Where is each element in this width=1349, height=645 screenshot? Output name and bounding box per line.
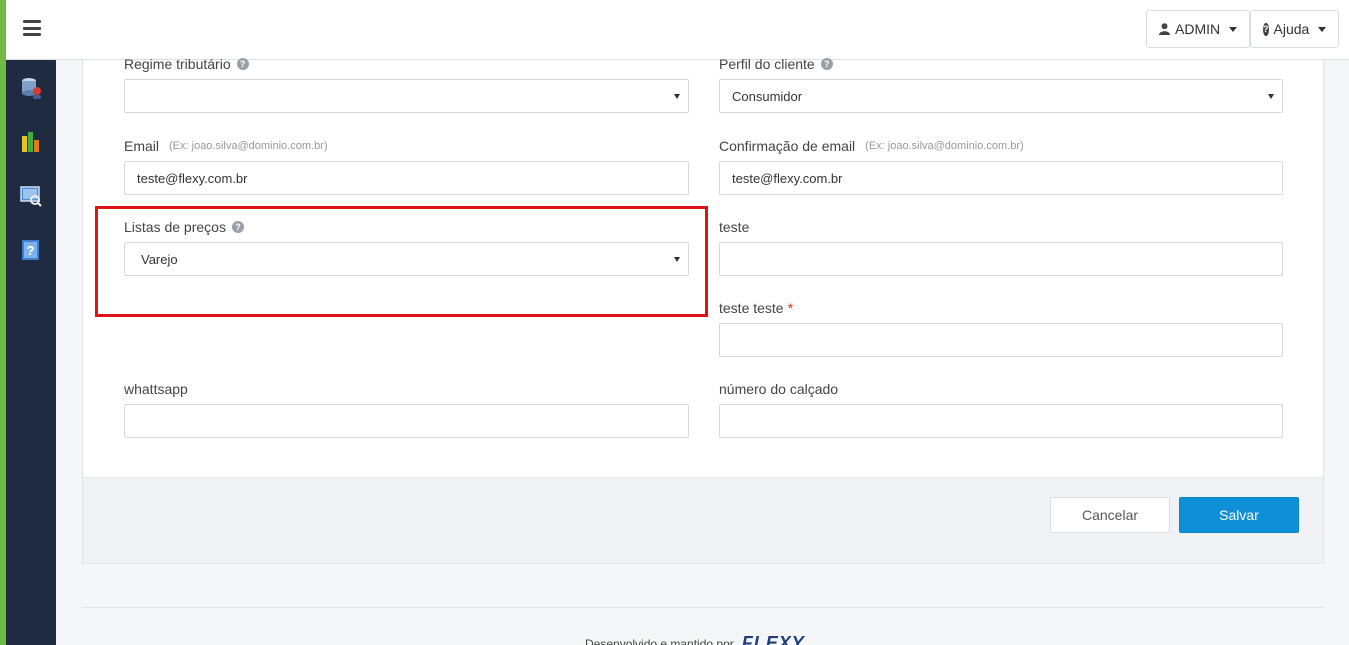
highlight-box: [95, 206, 708, 317]
whattsapp-field[interactable]: [124, 404, 689, 438]
help-book-icon[interactable]: ?: [19, 238, 43, 262]
database-user-icon[interactable]: [19, 76, 43, 100]
email-confirm-value: teste@flexy.com.br: [732, 170, 843, 186]
question-circle-icon: ?: [1263, 22, 1269, 36]
help-menu-label: Ajuda: [1273, 21, 1310, 37]
perfil-cliente-value: Consumidor: [732, 88, 803, 104]
help-icon[interactable]: ?: [236, 58, 249, 70]
select-caret-icon: [674, 94, 680, 99]
page-footer: Desenvolvido e mantido por FLEXY: [585, 633, 805, 645]
select-caret-icon: [1268, 94, 1274, 99]
footer-text: Desenvolvido e mantido por: [585, 636, 734, 645]
perfil-cliente-select[interactable]: Consumidor: [719, 79, 1283, 113]
top-bar: ADMIN ? Ajuda: [6, 0, 1349, 60]
footer-divider: [82, 607, 1324, 608]
numero-calcado-field[interactable]: [719, 404, 1283, 438]
email-confirm-field[interactable]: teste@flexy.com.br: [719, 161, 1283, 195]
flexy-logo[interactable]: FLEXY: [742, 633, 805, 645]
numero-calcado-label: número do calçado: [719, 381, 839, 397]
teste-teste-label: teste teste *: [719, 300, 794, 316]
email-confirm-label: Confirmação de email (Ex: joao.silva@dom…: [719, 138, 1024, 154]
email-hint: (Ex: joao.silva@dominio.com.br): [169, 140, 328, 152]
email-label: Email (Ex: joao.silva@dominio.com.br): [124, 138, 328, 154]
help-icon[interactable]: ?: [820, 58, 833, 70]
cancel-button[interactable]: Cancelar: [1050, 497, 1170, 533]
user-icon: [1159, 23, 1170, 35]
user-menu-button[interactable]: ADMIN: [1146, 10, 1251, 48]
svg-text:?: ?: [27, 243, 35, 258]
perfil-cliente-label: Perfil do cliente ?: [719, 56, 833, 72]
caret-down-icon: [1229, 26, 1238, 32]
monitor-search-icon[interactable]: [19, 184, 43, 208]
user-menu-label: ADMIN: [1175, 21, 1221, 37]
email-field[interactable]: teste@flexy.com.br: [124, 161, 689, 195]
teste-teste-field[interactable]: [719, 323, 1283, 357]
regime-tributario-select[interactable]: [124, 79, 689, 113]
email-confirm-hint: (Ex: joao.silva@dominio.com.br): [865, 140, 1024, 152]
caret-down-icon: [1318, 26, 1327, 32]
whattsapp-label: whattsapp: [124, 381, 188, 397]
teste-label: teste: [719, 219, 750, 235]
save-button[interactable]: Salvar: [1179, 497, 1299, 533]
bar-chart-icon[interactable]: [19, 130, 43, 154]
menu-toggle-icon[interactable]: [23, 20, 41, 36]
required-mark: *: [787, 300, 794, 316]
help-menu-button[interactable]: ? Ajuda: [1250, 10, 1339, 48]
sidebar: ?: [6, 60, 56, 645]
email-value: teste@flexy.com.br: [137, 170, 248, 186]
regime-tributario-label: Regime tributário ?: [124, 56, 249, 72]
teste-field[interactable]: [719, 242, 1283, 276]
